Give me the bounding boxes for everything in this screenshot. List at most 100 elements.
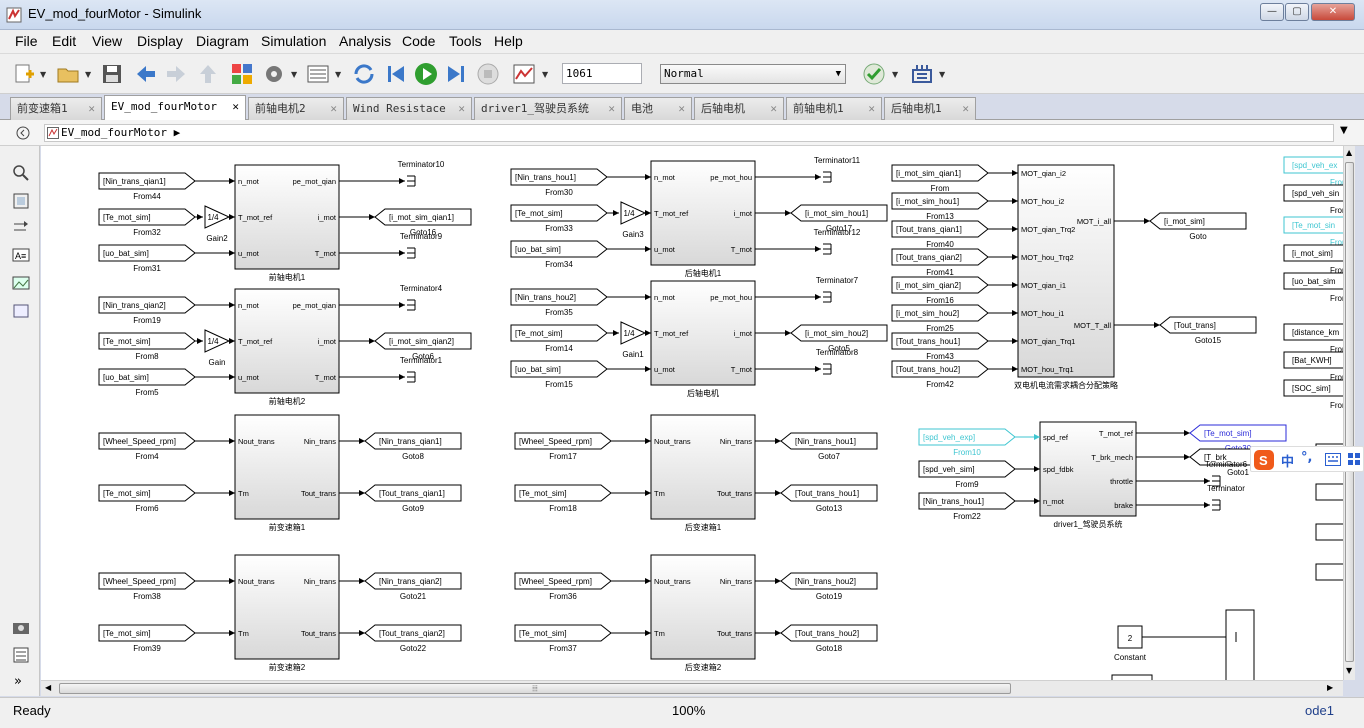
terminator-block[interactable]	[823, 243, 832, 255]
library-browser-icon[interactable]	[230, 62, 254, 86]
close-tab-icon[interactable]: ✕	[232, 96, 239, 117]
expand-palette-icon[interactable]: »	[14, 674, 22, 689]
run-play-icon[interactable]	[414, 62, 438, 86]
stop-time-input[interactable]: 1061	[562, 63, 642, 84]
settings-gear-icon[interactable]	[262, 62, 286, 86]
minimize-button[interactable]: —	[1260, 3, 1284, 21]
terminator-block[interactable]	[407, 175, 416, 187]
subsystem-block[interactable]	[234, 414, 340, 520]
vertical-scrollbar[interactable]: ▲ ▼	[1343, 146, 1355, 680]
tab-rear-motor-1[interactable]: 后轴电机1 ✕	[884, 97, 976, 120]
annotation-icon[interactable]: A≡	[12, 246, 30, 264]
ime-toolbar[interactable]: S 中 °,	[1250, 446, 1364, 472]
tab-front-gearbox-1[interactable]: 前变速箱1 ✕	[10, 97, 102, 120]
tab-rear-motor[interactable]: 后轴电机 ✕	[694, 97, 784, 120]
breadcrumb-model[interactable]: EV_mod_fourMotor	[61, 126, 167, 139]
save-icon[interactable]	[100, 62, 124, 86]
model-explorer-icon[interactable]	[306, 62, 330, 86]
update-diagram-icon[interactable]	[352, 62, 376, 86]
build-grid-icon[interactable]	[910, 62, 934, 86]
step-back-icon[interactable]	[384, 62, 408, 86]
menu-file[interactable]: File	[15, 33, 38, 49]
block-diagram[interactable]: n_mot T_mot_ref u_mot pe_mot_qian i_mot T_mot…	[41, 146, 1355, 680]
tab-driver1[interactable]: driver1_驾驶员系统 ✕	[474, 97, 622, 120]
menu-simulation[interactable]: Simulation	[261, 33, 326, 49]
terminator-block[interactable]	[407, 247, 416, 259]
subsystem-block[interactable]	[650, 414, 756, 520]
simulation-mode-select[interactable]: Normal ▼	[660, 64, 846, 84]
horizontal-scrollbar[interactable]: ◀ ⦙⦙⦙ ▶	[41, 680, 1343, 696]
open-dropdown-icon[interactable]: ▼	[85, 70, 91, 79]
data-inspector-icon[interactable]	[512, 62, 536, 86]
subsystem-block[interactable]	[234, 554, 340, 660]
close-window-button[interactable]: ✕	[1311, 3, 1355, 21]
scroll-up-icon[interactable]: ▲	[1346, 148, 1352, 157]
mux-block[interactable]	[1225, 609, 1255, 680]
step-forward-icon[interactable]	[444, 62, 468, 86]
model-canvas[interactable]: n_mot T_mot_ref u_mot pe_mot_qian i_mot T_mot…	[41, 146, 1355, 680]
new-model-icon[interactable]	[12, 62, 36, 86]
menu-code[interactable]: Code	[402, 33, 435, 49]
close-tab-icon[interactable]: ✕	[770, 98, 777, 119]
keyboard-icon[interactable]	[1325, 453, 1341, 466]
ime-punctuation[interactable]: °,	[1301, 450, 1312, 465]
menu-analysis[interactable]: Analysis	[339, 33, 391, 49]
close-tab-icon[interactable]: ✕	[88, 98, 95, 119]
tab-ev-mod-fourmotor[interactable]: EV_mod_fourMotor ✕	[104, 95, 246, 121]
terminator-block[interactable]	[823, 363, 832, 375]
horizontal-scroll-thumb[interactable]: ⦙⦙⦙	[59, 683, 1011, 694]
forward-arrow-icon[interactable]	[164, 62, 188, 86]
grid-menu-icon[interactable]	[1347, 452, 1361, 466]
menu-help[interactable]: Help	[494, 33, 523, 49]
tab-wind-resistace[interactable]: Wind Resistace ✕	[346, 97, 472, 120]
close-tab-icon[interactable]: ✕	[678, 98, 685, 119]
terminator-block[interactable]	[823, 291, 832, 303]
zoom-icon[interactable]	[12, 164, 30, 182]
terminator-block[interactable]	[407, 299, 416, 311]
maximize-button[interactable]: ▢	[1285, 3, 1309, 21]
scroll-down-icon[interactable]: ▼	[1346, 666, 1352, 675]
terminator-block[interactable]	[823, 171, 832, 183]
terminator-block[interactable]	[1212, 499, 1221, 511]
open-folder-icon[interactable]	[56, 62, 80, 86]
close-tab-icon[interactable]: ✕	[330, 98, 337, 119]
tab-front-motor-2[interactable]: 前轴电机2 ✕	[248, 97, 344, 120]
scroll-right-icon[interactable]: ▶	[1327, 683, 1333, 692]
close-tab-icon[interactable]: ✕	[962, 98, 969, 119]
subsystem-block[interactable]	[650, 554, 756, 660]
scroll-left-icon[interactable]: ◀	[45, 683, 51, 692]
build-dropdown-icon[interactable]: ▼	[939, 70, 945, 79]
close-tab-icon[interactable]: ✕	[458, 98, 465, 119]
vertical-scroll-thumb[interactable]	[1345, 162, 1354, 662]
menu-view[interactable]: View	[92, 33, 122, 49]
signal-arrow-icon[interactable]	[12, 218, 30, 236]
close-tab-icon[interactable]: ✕	[608, 98, 615, 119]
breadcrumb[interactable]: EV_mod_fourMotor ▶	[44, 124, 1334, 142]
check-icon[interactable]	[862, 62, 886, 86]
inspector-dropdown-icon[interactable]: ▼	[542, 70, 548, 79]
menu-edit[interactable]: Edit	[52, 33, 76, 49]
fit-view-icon[interactable]	[12, 192, 30, 210]
camera-icon[interactable]	[12, 618, 30, 636]
stop-icon[interactable]	[476, 62, 500, 86]
area-icon[interactable]	[12, 302, 30, 320]
hide-explorer-icon[interactable]	[16, 126, 30, 140]
close-tab-icon[interactable]: ✕	[868, 98, 875, 119]
property-inspector-icon[interactable]	[12, 646, 30, 664]
settings-dropdown-icon[interactable]: ▼	[291, 70, 297, 79]
image-icon[interactable]	[12, 274, 30, 292]
check-dropdown-icon[interactable]: ▼	[892, 70, 898, 79]
up-arrow-icon[interactable]	[196, 62, 220, 86]
tab-front-motor-1[interactable]: 前轴电机1 ✕	[786, 97, 882, 120]
tab-battery[interactable]: 电池 ✕	[624, 97, 692, 120]
explorer-dropdown-icon[interactable]: ▼	[335, 70, 341, 79]
breadcrumb-chevron-icon[interactable]: ▼	[1340, 125, 1348, 136]
solver-name[interactable]: ode1	[1305, 703, 1334, 718]
menu-diagram[interactable]: Diagram	[196, 33, 249, 49]
menu-display[interactable]: Display	[137, 33, 183, 49]
ime-language[interactable]: 中	[1281, 451, 1294, 470]
new-dropdown-icon[interactable]: ▼	[40, 70, 46, 79]
terminator-block[interactable]	[407, 371, 416, 383]
menu-tools[interactable]: Tools	[449, 33, 482, 49]
breadcrumb-arrow-icon[interactable]: ▶	[174, 126, 181, 139]
